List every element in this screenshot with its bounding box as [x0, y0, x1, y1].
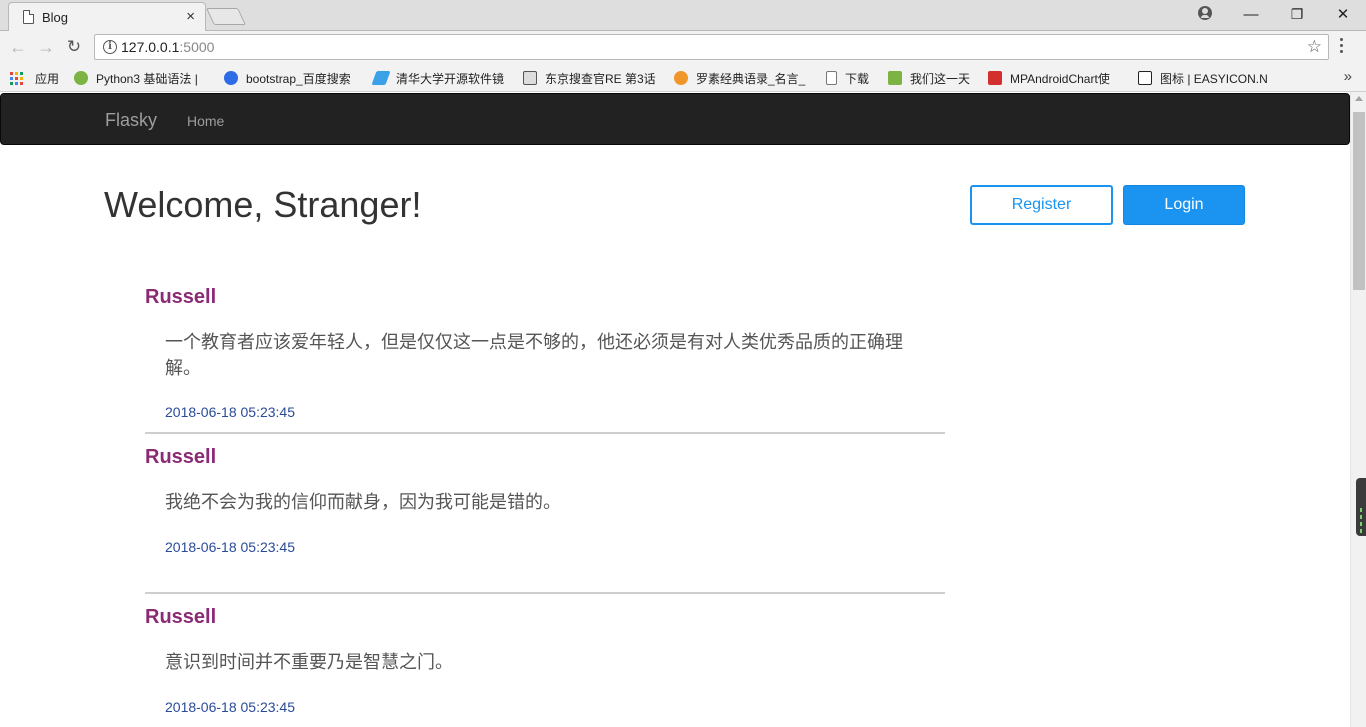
browser-menu-icon[interactable]	[1340, 38, 1344, 56]
bookmark-apps[interactable]: 应用	[10, 70, 59, 86]
bookmark-this-is-us[interactable]: 我们这一天	[888, 70, 970, 86]
nav-link-home[interactable]: Home	[187, 113, 224, 129]
post-author[interactable]: Russell	[145, 446, 216, 469]
reload-icon[interactable]: ↻	[64, 37, 84, 57]
bookmark-label: 图标 | EASYICON.N	[1160, 71, 1268, 86]
post-timestamp: 2018-06-18 05:23:45	[165, 404, 295, 420]
page-title: Welcome, Stranger!	[104, 184, 422, 225]
tab-close-icon[interactable]: ×	[186, 8, 195, 26]
minimize-button[interactable]: —	[1228, 0, 1274, 28]
page-icon	[23, 10, 34, 24]
post-body: 我绝不会为我的信仰而献身，因为我可能是错的。	[165, 492, 561, 513]
bookmark-bootstrap[interactable]: bootstrap_百度搜索	[224, 70, 351, 86]
bookmark-label: 应用	[35, 71, 60, 86]
post-body: 意识到时间并不重要乃是智慧之门。	[165, 652, 453, 673]
site-navbar: Flasky Home	[0, 93, 1350, 145]
maximize-button[interactable]: ❐	[1274, 0, 1320, 28]
register-button[interactable]: Register	[970, 185, 1113, 225]
juzi-icon	[674, 71, 688, 85]
bookmark-label: 东京搜查官RE 第3话	[545, 71, 656, 86]
url-host: 127.0.0.1	[121, 39, 180, 55]
info-icon[interactable]: i	[103, 40, 117, 54]
side-monitor-widget[interactable]	[1356, 478, 1366, 536]
page-icon	[826, 71, 837, 85]
post-divider	[145, 592, 945, 594]
iqiyi-icon	[888, 71, 902, 85]
bookmark-tuna[interactable]: 清华大学开源软件镜	[371, 70, 505, 86]
runoob-icon	[74, 71, 88, 85]
url-port: :5000	[179, 39, 215, 55]
page-scrollbar[interactable]	[1350, 92, 1366, 727]
browser-toolbar: ← → ↻ i 127.0.0.1:5000 ☆	[0, 31, 1366, 63]
scrollbar-thumb[interactable]	[1353, 112, 1365, 290]
post-author[interactable]: Russell	[145, 606, 216, 629]
post-timestamp: 2018-06-18 05:23:45	[165, 699, 295, 715]
bookmark-label: 清华大学开源软件镜	[396, 71, 505, 86]
bookmark-download[interactable]: 下载	[826, 70, 869, 86]
bilibili-face-icon	[523, 71, 537, 85]
bookmarks-bar: 应用 Python3 基础语法 | bootstrap_百度搜索 清华大学开源软…	[0, 63, 1366, 92]
bookmark-label: 我们这一天	[910, 71, 971, 86]
bookmark-tokyo-ghoul[interactable]: 东京搜查官RE 第3话	[523, 70, 656, 86]
login-button[interactable]: Login	[1123, 185, 1245, 225]
bookmark-easyicon[interactable]: 图标 | EASYICON.N	[1138, 70, 1268, 86]
bookmark-russell-quotes[interactable]: 罗素经典语录_名言_	[674, 70, 805, 86]
back-arrow-icon[interactable]: ←	[8, 37, 28, 57]
tab-title: Blog	[42, 10, 69, 25]
address-bar[interactable]: i 127.0.0.1:5000 ☆	[94, 34, 1329, 60]
bookmark-label: MPAndroidChart使	[1010, 71, 1110, 86]
bookmark-mpandroidchart[interactable]: MPAndroidChart使	[988, 70, 1110, 86]
account-icon[interactable]	[1198, 6, 1212, 20]
bookmarks-overflow-icon[interactable]: »	[1344, 68, 1352, 85]
new-tab-button[interactable]	[206, 8, 246, 25]
bookmark-label: bootstrap_百度搜索	[246, 71, 351, 86]
bookmark-python3[interactable]: Python3 基础语法 |	[74, 70, 198, 86]
url-text[interactable]: 127.0.0.1:5000	[121, 39, 214, 55]
browser-tab-active[interactable]: Blog ×	[8, 2, 206, 32]
csdn-icon	[988, 71, 1002, 85]
post-divider	[145, 432, 945, 434]
post-body: 一个教育者应该爱年轻人，但是仅仅这一点是不够的，他还必须是有对人类优秀品质的正确…	[165, 332, 903, 379]
apps-grid-icon	[10, 71, 23, 85]
navbar-brand[interactable]: Flasky	[105, 110, 157, 131]
forward-arrow-icon[interactable]: →	[36, 37, 56, 57]
bookmark-star-icon[interactable]: ☆	[1307, 37, 1322, 57]
tuna-icon	[371, 71, 391, 85]
bookmark-label: 下载	[845, 71, 870, 86]
post-timestamp: 2018-06-18 05:23:45	[165, 539, 295, 555]
post-author[interactable]: Russell	[145, 286, 216, 309]
bookmark-label: Python3 基础语法 |	[96, 71, 198, 86]
page-viewport: Flasky Home Welcome, Stranger! Register …	[0, 92, 1350, 727]
easyicon-icon	[1138, 71, 1152, 85]
browser-tabstrip: Blog × — ❐ ✕	[0, 0, 1366, 32]
close-window-button[interactable]: ✕	[1320, 0, 1366, 28]
scroll-up-arrow-icon[interactable]	[1355, 96, 1363, 101]
bookmark-label: 罗素经典语录_名言_	[696, 71, 806, 86]
baidu-paw-icon	[224, 71, 238, 85]
